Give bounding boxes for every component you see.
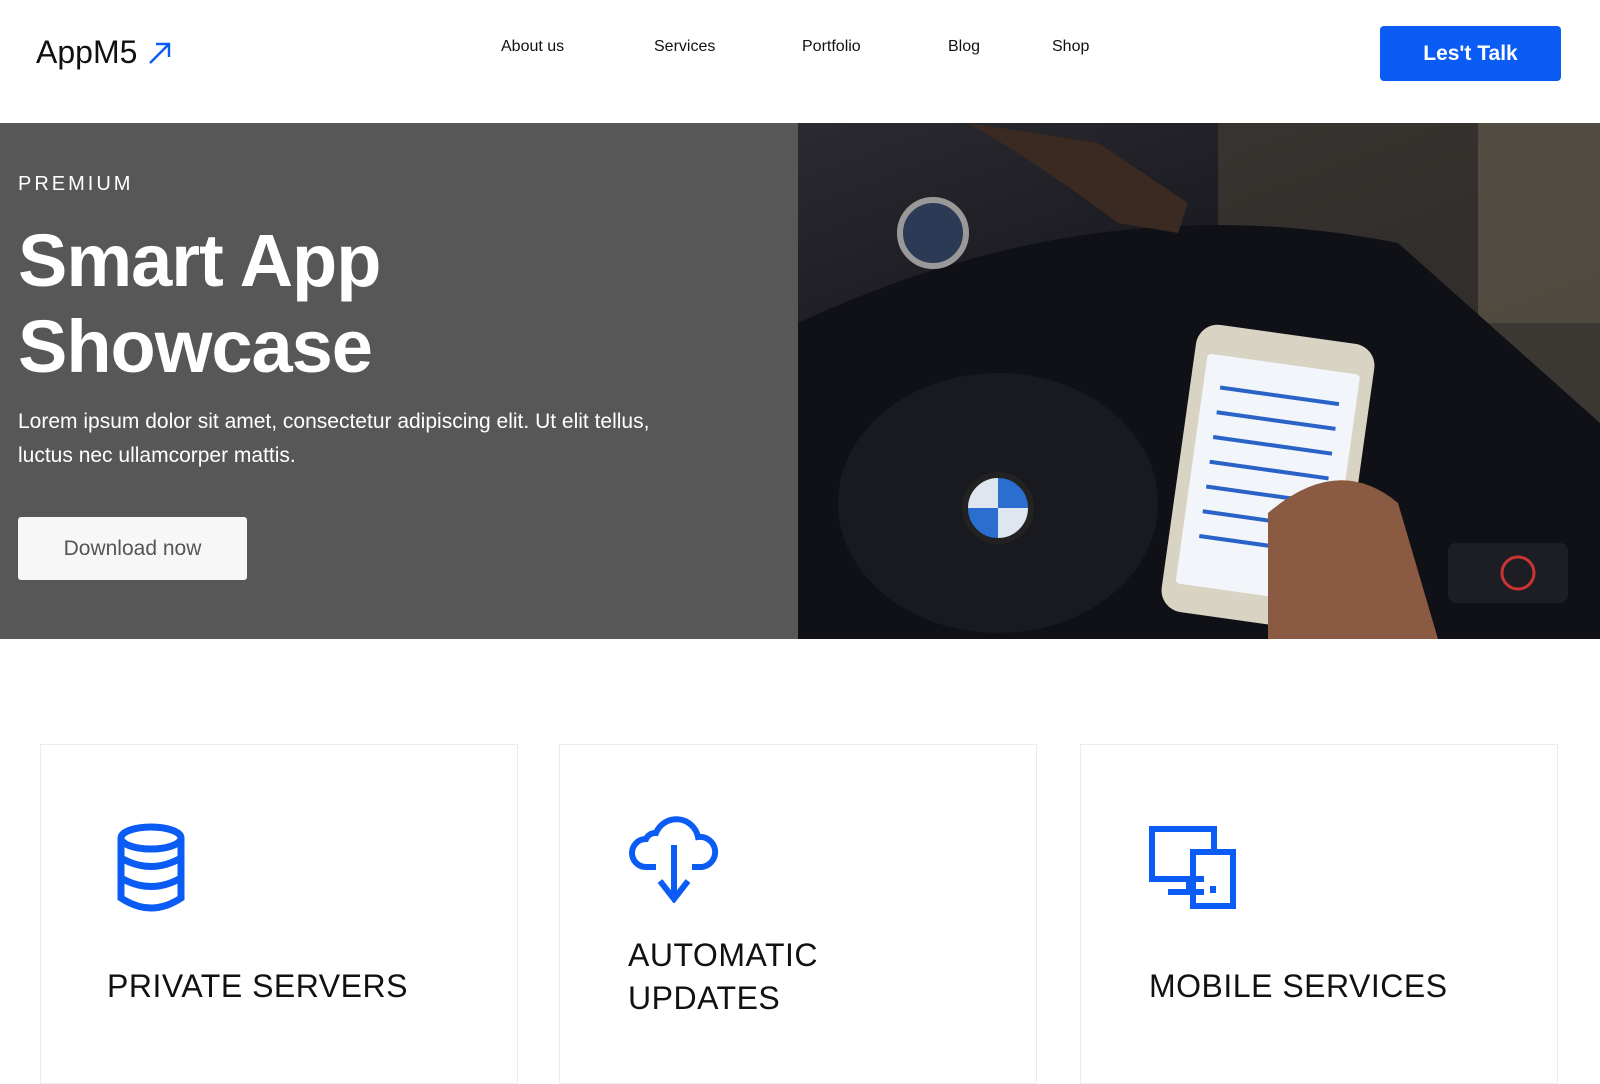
hero-title-line: Smart App (18, 219, 381, 302)
feature-card-mobile-services: MOBILE SERVICES (1080, 744, 1558, 1084)
logo-text: AppM5 (36, 34, 138, 70)
nav-portfolio[interactable]: Portfolio (802, 38, 861, 56)
hero-photo-illustration (798, 123, 1600, 639)
feature-title: MOBILE SERVICES (1149, 968, 1448, 1004)
nav-about-us[interactable]: About us (501, 38, 564, 56)
hero-eyebrow: PREMIUM (18, 173, 134, 195)
feature-card-automatic-updates: AUTOMATIC UPDATES (559, 744, 1037, 1084)
feature-card-private-servers: PRIVATE SERVERS (40, 744, 518, 1084)
database-icon (117, 823, 185, 912)
nav-blog[interactable]: Blog (948, 38, 980, 56)
hero-description: Lorem ipsum dolor sit amet, consectetur … (18, 410, 650, 467)
nav-services[interactable]: Services (654, 38, 715, 56)
hero-title: Smart App Showcase (18, 218, 381, 390)
logo[interactable]: AppM5 (36, 34, 173, 71)
feature-title: PRIVATE SERVERS (107, 968, 408, 1004)
arrow-up-right-icon (149, 42, 171, 64)
download-now-button[interactable]: Download now (18, 517, 247, 580)
site-header: AppM5 About us Services Portfolio Blog S… (0, 0, 1600, 123)
cloud-download-icon (629, 816, 719, 903)
lets-talk-button[interactable]: Les't Talk (1380, 26, 1561, 81)
hero-image (798, 123, 1600, 639)
devices-icon (1149, 826, 1236, 909)
hero-section: PREMIUM Smart App Showcase Lorem ipsum d… (0, 123, 1600, 639)
hero-content: PREMIUM Smart App Showcase Lorem ipsum d… (0, 123, 798, 639)
feature-title: AUTOMATIC UPDATES (628, 937, 818, 1016)
hero-title-line: Showcase (18, 305, 373, 388)
nav-shop[interactable]: Shop (1052, 38, 1089, 56)
